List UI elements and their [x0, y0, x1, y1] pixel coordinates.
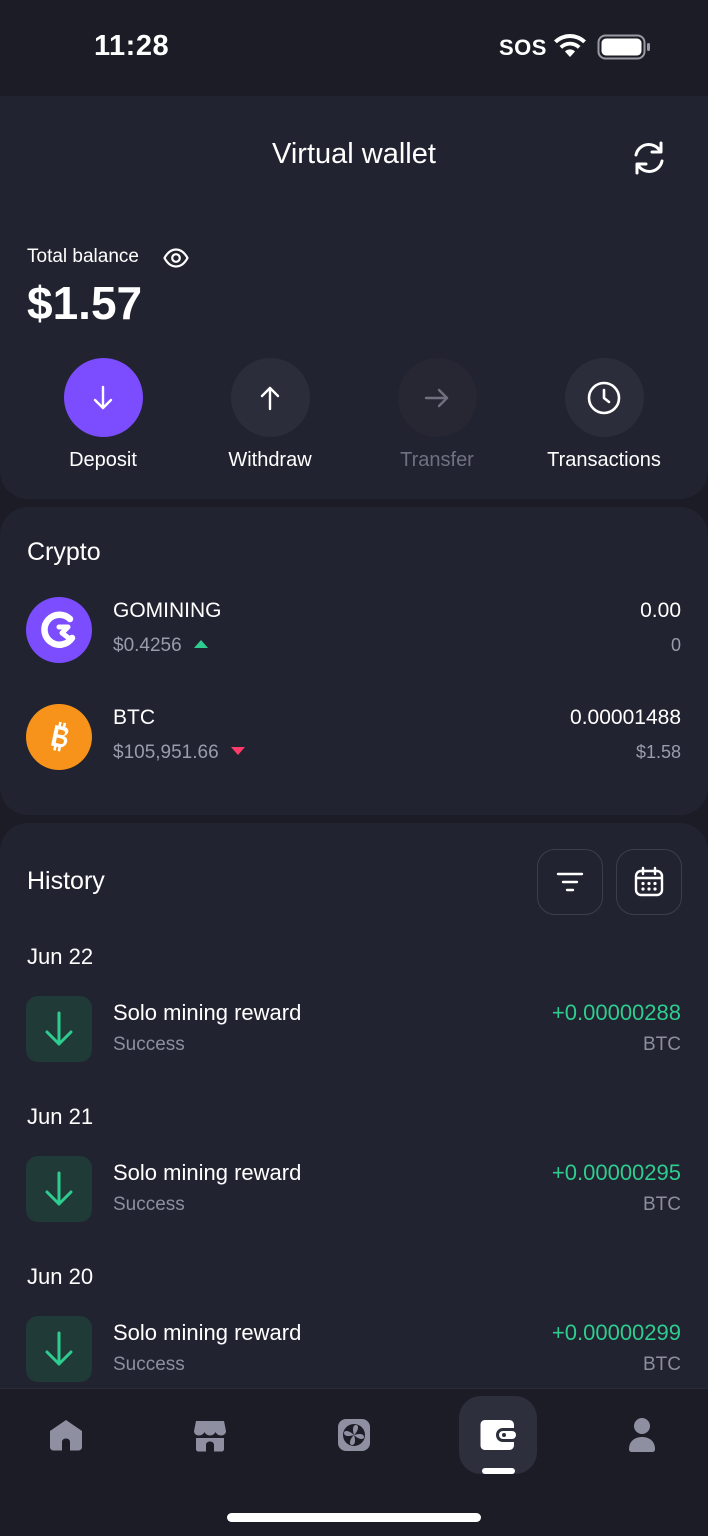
coin-row-btc[interactable]: BTC $105,951.66 0.00001488 $1.58 [0, 704, 708, 784]
history-date: Jun 22 [27, 944, 94, 969]
history-date: Jun 21 [27, 1104, 94, 1129]
fan-icon [338, 1419, 370, 1451]
transaction-status: Success [113, 1194, 185, 1215]
arrow-down-icon [26, 996, 92, 1062]
store-icon [194, 1421, 226, 1452]
transaction-status: Success [113, 1354, 185, 1375]
transaction-title: Solo mining reward [113, 1160, 302, 1185]
balance-label: Total balance [27, 246, 139, 267]
status-bar: 11:28 SOS [0, 0, 708, 96]
deposit-button[interactable]: Deposit [23, 358, 183, 472]
clock-icon [564, 358, 644, 437]
coin-price: $0.4256 [113, 635, 208, 657]
list-item[interactable]: Solo mining reward Success +0.00000295 B… [0, 1156, 708, 1226]
wifi-icon [554, 34, 586, 57]
transaction-currency: BTC [643, 1354, 681, 1375]
battery-icon [597, 34, 650, 60]
transfer-label: Transfer [400, 449, 474, 471]
transaction-currency: BTC [643, 1194, 681, 1215]
coin-value: 0 [670, 635, 681, 655]
list-item[interactable]: Solo mining reward Success +0.00000288 B… [0, 996, 708, 1066]
crypto-title: Crypto [27, 538, 101, 566]
transaction-amount: +0.00000288 [551, 1000, 681, 1025]
coin-row-gomining[interactable]: GOMINING $0.4256 0.00 0 [0, 597, 708, 677]
balance-amount: $1.57 [27, 277, 143, 329]
calendar-button[interactable] [616, 849, 682, 915]
nav-store[interactable] [171, 1396, 249, 1474]
status-carrier: SOS [499, 35, 547, 60]
status-time: 11:28 [94, 30, 170, 62]
transaction-title: Solo mining reward [113, 1320, 302, 1345]
page-title: Virtual wallet [272, 138, 436, 170]
withdraw-button[interactable]: Withdraw [190, 358, 350, 472]
coin-name: BTC [113, 706, 155, 729]
calendar-icon [634, 866, 664, 897]
filter-icon [556, 872, 584, 892]
trend-up-icon [193, 639, 208, 648]
nav-mining[interactable] [315, 1396, 393, 1474]
transaction-status: Success [113, 1034, 185, 1055]
coin-name: GOMINING [113, 599, 222, 622]
arrow-down-icon [26, 1156, 92, 1222]
nav-wallet[interactable] [459, 1396, 537, 1474]
arrow-down-icon [26, 1316, 92, 1382]
deposit-label: Deposit [69, 449, 137, 471]
bitcoin-logo-icon [26, 704, 92, 770]
gomining-logo-icon [26, 597, 92, 663]
transactions-label: Transactions [547, 449, 661, 471]
eye-icon[interactable] [163, 247, 189, 269]
transaction-amount: +0.00000299 [551, 1320, 681, 1345]
list-item[interactable]: Solo mining reward Success +0.00000299 B… [0, 1316, 708, 1386]
filter-button[interactable] [537, 849, 603, 915]
trend-down-icon [230, 746, 245, 755]
home-icon [50, 1420, 82, 1451]
history-title: History [27, 867, 105, 895]
profile-icon [629, 1418, 655, 1452]
home-indicator [227, 1513, 481, 1522]
coin-price: $105,951.66 [113, 742, 245, 764]
arrow-right-icon [397, 358, 477, 437]
nav-home[interactable] [27, 1396, 105, 1474]
active-nav-indicator [482, 1468, 515, 1474]
transaction-currency: BTC [643, 1034, 681, 1055]
transaction-amount: +0.00000295 [551, 1160, 681, 1185]
nav-profile[interactable] [603, 1396, 681, 1474]
transfer-button[interactable]: Transfer [357, 358, 517, 472]
withdraw-label: Withdraw [228, 449, 312, 471]
coin-value: $1.58 [635, 742, 681, 762]
refresh-icon[interactable] [627, 136, 671, 180]
coin-amount: 0.00001488 [570, 706, 681, 729]
transaction-title: Solo mining reward [113, 1000, 302, 1025]
history-date: Jun 20 [27, 1264, 94, 1289]
arrow-up-icon [230, 358, 310, 437]
coin-amount: 0.00 [640, 599, 681, 622]
arrow-down-icon [63, 358, 143, 437]
wallet-icon [480, 1420, 516, 1450]
transactions-button[interactable]: Transactions [524, 358, 684, 472]
